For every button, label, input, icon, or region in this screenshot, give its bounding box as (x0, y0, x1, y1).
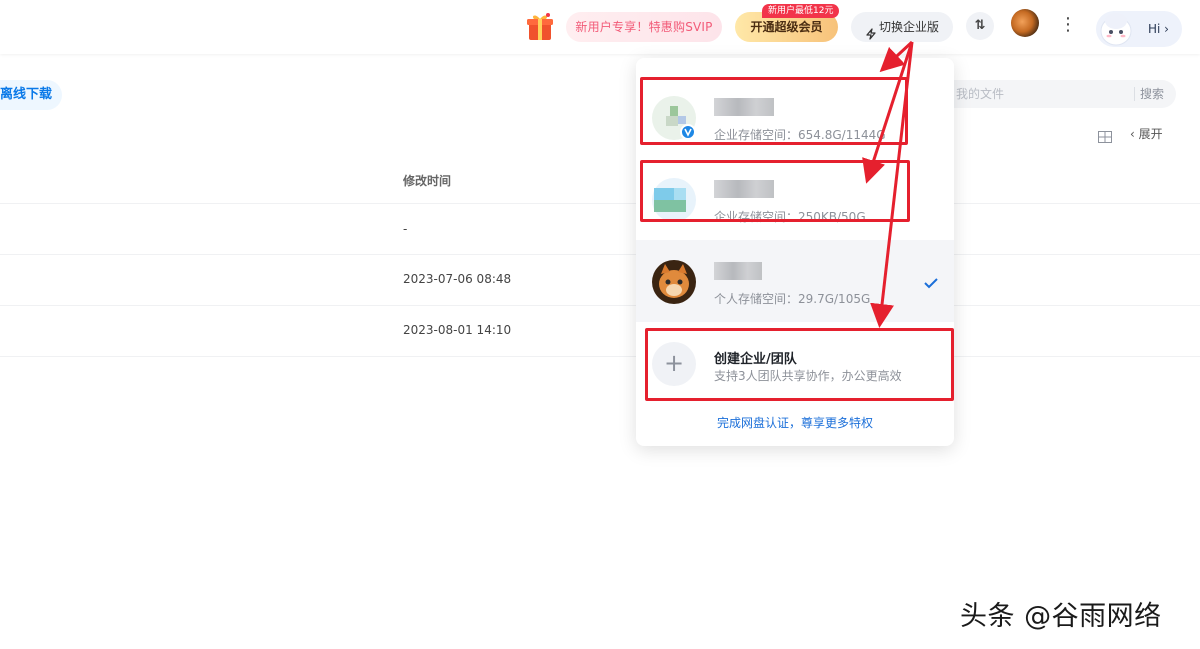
user-avatar[interactable] (1011, 9, 1039, 37)
account-item-personal[interactable]: 个人存储空间：29.7G/105G (636, 240, 954, 322)
svip-price-badge: 新用户最低12元 (762, 4, 840, 18)
table-divider (0, 203, 1200, 204)
table-divider (0, 356, 1200, 357)
blurred-account-name (714, 262, 762, 280)
modified-time-header[interactable]: 修改时间 (403, 172, 451, 189)
search-divider (1134, 87, 1135, 101)
search-button[interactable]: 搜索 (1140, 80, 1164, 108)
grid-view-icon[interactable] (1098, 128, 1112, 143)
search-placeholder: 我的文件 (956, 87, 1005, 101)
account-storage: 个人存储空间：29.7G/105G (714, 292, 871, 306)
offline-download-button[interactable]: 离线下载 (0, 80, 62, 110)
more-menu-icon[interactable]: ⋮ (1059, 13, 1077, 37)
watermark-text: 头条 @谷雨网络 (960, 601, 1162, 632)
svip-promo-link[interactable]: 新用户专享！特惠购SVIP (566, 12, 722, 42)
table-divider (0, 254, 1200, 255)
check-icon (924, 274, 938, 289)
switch-enterprise-button[interactable]: 切换企业版 (851, 12, 953, 42)
annotation-box (640, 77, 908, 145)
gift-icon[interactable] (526, 11, 554, 41)
switch-icon (865, 21, 877, 40)
annotation-box (640, 160, 910, 222)
switch-enterprise-label: 切换企业版 (878, 20, 939, 34)
table-row-modified: 2023-07-06 08:48 (403, 272, 512, 286)
annotation-box (645, 328, 954, 401)
hi-label: Hi › (1148, 22, 1169, 36)
expand-button[interactable]: ‹ 展开 (1130, 126, 1163, 142)
top-header: 新用户专享！特惠购SVIP 开通超级会员 新用户最低12元 切换企业版 ⇅ ⋮ … (0, 0, 1200, 54)
table-divider (0, 305, 1200, 306)
transfer-icon[interactable]: ⇅ (966, 12, 994, 40)
assistant-hi-button[interactable]: Hi › (1096, 11, 1182, 47)
table-row-modified: 2023-08-01 14:10 (403, 323, 512, 337)
search-input[interactable]: 我的文件 搜索 (930, 80, 1176, 108)
mascot-icon (1098, 9, 1134, 47)
verify-account-link[interactable]: 完成网盘认证，尊享更多特权 (636, 414, 954, 431)
personal-avatar (652, 260, 696, 304)
table-row-modified: - (403, 222, 408, 236)
